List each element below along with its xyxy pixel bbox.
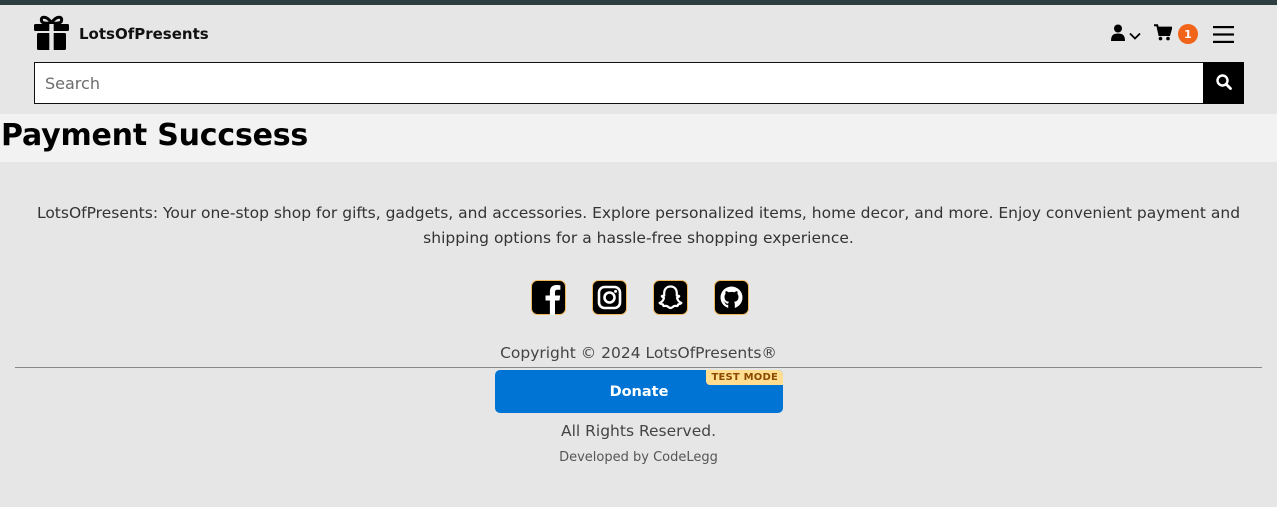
cart-count-badge[interactable]: 1	[1178, 24, 1198, 44]
search-icon	[1215, 73, 1232, 93]
donate-label: Donate	[609, 383, 669, 400]
rights-text: All Rights Reserved.	[560, 422, 717, 440]
snapchat-icon[interactable]	[652, 279, 689, 316]
developer-credit: Developed by CodeLegg	[559, 450, 718, 465]
footer-divider	[15, 367, 1262, 368]
hamburger-menu-icon[interactable]	[1213, 26, 1234, 47]
instagram-icon[interactable]	[591, 279, 628, 316]
github-icon[interactable]	[713, 279, 750, 316]
footer-about-text: LotsOfPresents: Your one-stop shop for g…	[36, 204, 1241, 247]
search-input[interactable]	[34, 62, 1203, 104]
gift-icon	[33, 14, 70, 54]
search-button[interactable]	[1203, 62, 1244, 104]
test-mode-badge: TEST MODE	[706, 370, 783, 385]
page-title-band: Payment Succsess	[0, 114, 1277, 162]
copyright-text: Copyright © 2024 LotsOfPresents®	[500, 344, 777, 362]
donate-button[interactable]: Donate TEST MODE	[495, 370, 783, 413]
site-header: LotsOfPresents 1	[0, 5, 1277, 114]
social-links	[530, 279, 750, 316]
cart-icon[interactable]	[1154, 24, 1173, 45]
search-form	[34, 62, 1244, 104]
page-title: Payment Succsess	[1, 118, 309, 153]
user-icon	[1111, 24, 1125, 45]
facebook-icon[interactable]	[530, 279, 567, 316]
brand-logo-link[interactable]: LotsOfPresents	[33, 14, 209, 54]
account-menu-button[interactable]	[1111, 24, 1141, 45]
chevron-down-icon	[1129, 25, 1141, 44]
brand-name: LotsOfPresents	[79, 25, 209, 43]
